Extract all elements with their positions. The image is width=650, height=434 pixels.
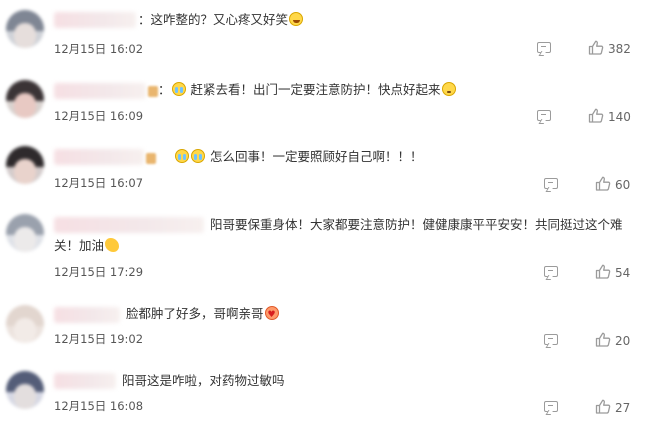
comment-text: 阳哥这是咋啦，对药物过敏吗 xyxy=(122,373,285,388)
like-count: 27 xyxy=(615,401,631,415)
thumbs-up-icon[interactable] xyxy=(595,399,611,414)
comment-icon[interactable] xyxy=(544,401,558,412)
comment-timestamp: 12月15日 16:08 xyxy=(54,399,144,413)
username-blurred[interactable] xyxy=(54,373,116,389)
avatar[interactable] xyxy=(6,371,44,409)
comment-item: 阳哥这是咋啦，对药物过敏吗 12月15日 16:08 27 xyxy=(0,0,650,434)
